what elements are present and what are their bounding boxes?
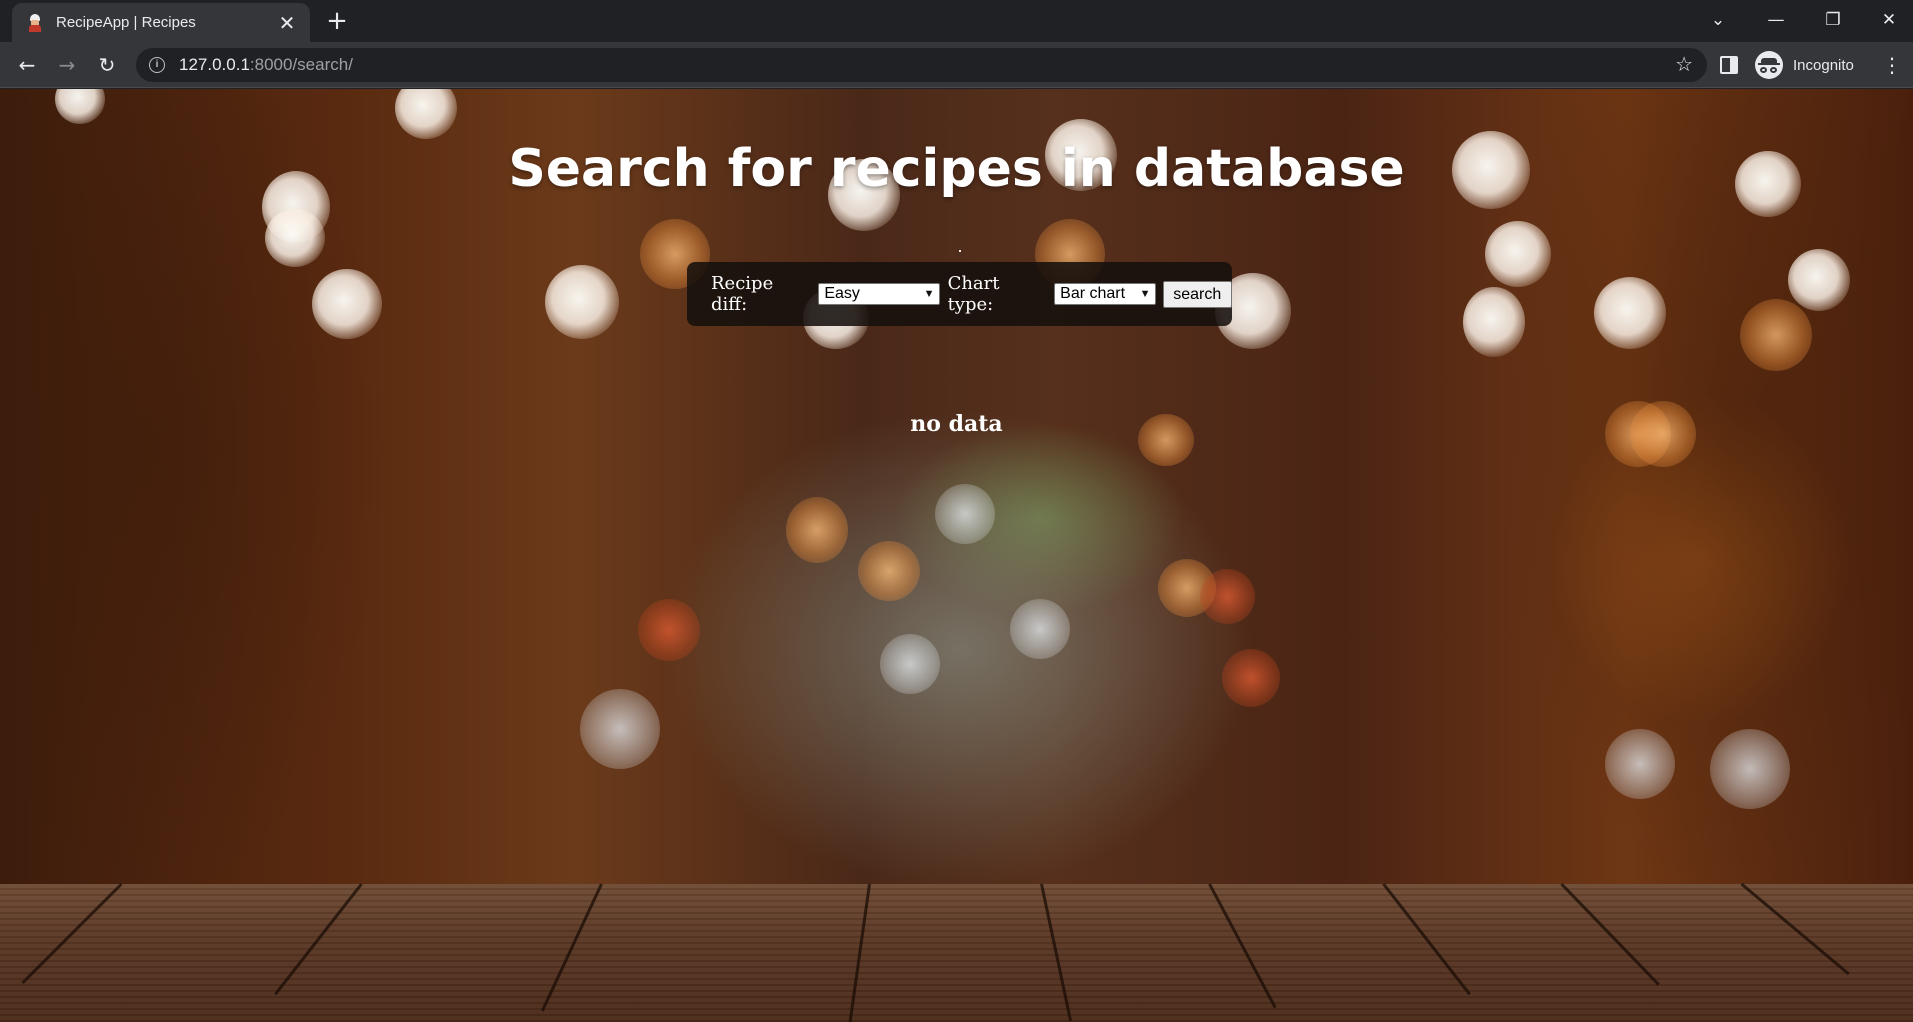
search-button[interactable]: search (1162, 280, 1233, 308)
browser-toolbar: ← → ↻ i 127.0.0.1:8000/search/ ☆ Incogni… (0, 42, 1913, 88)
difficulty-value: Easy (824, 285, 860, 302)
menu-icon[interactable]: ⋮ (1882, 49, 1902, 81)
info-icon[interactable]: i (149, 57, 165, 73)
page-title: Search for recipes in database (508, 139, 1405, 199)
chart-type-label: Chart type: (947, 273, 1000, 315)
reload-icon[interactable]: ↻ (91, 49, 123, 81)
tab-close-icon[interactable]: ✕ (276, 11, 298, 35)
result-message: no data (910, 411, 1003, 437)
tab-strip: RecipeApp | Recipes ✕ + ⌄ — ❐ ✕ (0, 0, 1913, 42)
tab-search-icon[interactable]: ⌄ (1695, 4, 1741, 36)
incognito-label: Incognito (1793, 56, 1854, 74)
difficulty-select[interactable]: Easy ▼ (818, 283, 940, 305)
address-bar[interactable]: i 127.0.0.1:8000/search/ ☆ (136, 48, 1707, 82)
wooden-table (0, 882, 1913, 1022)
chevron-down-icon: ▼ (1139, 288, 1151, 300)
new-tab-button[interactable]: + (322, 6, 352, 36)
incognito-indicator[interactable]: Incognito (1755, 49, 1854, 81)
tab-title: RecipeApp | Recipes (56, 14, 196, 31)
chevron-down-icon: ▼ (923, 288, 935, 300)
minimize-icon[interactable]: — (1753, 4, 1799, 36)
chart-type-select[interactable]: Bar chart ▼ (1054, 283, 1156, 305)
difficulty-label: Recipe diff: (711, 273, 774, 315)
side-panel-icon[interactable] (1720, 56, 1738, 74)
url-text: 127.0.0.1:8000/search/ (179, 55, 353, 75)
forward-icon[interactable]: → (51, 49, 83, 81)
incognito-icon (1755, 51, 1783, 79)
search-form: Recipe diff: Easy ▼ Chart type: Bar char… (687, 262, 1233, 326)
separator-dot (959, 250, 961, 252)
back-icon[interactable]: ← (11, 49, 43, 81)
browser-tab[interactable]: RecipeApp | Recipes ✕ (12, 3, 310, 42)
url-path: :8000/search/ (249, 55, 353, 74)
chef-icon (26, 13, 44, 32)
page-viewport: Search for recipes in database Recipe di… (0, 89, 1913, 1022)
restore-icon[interactable]: ❐ (1810, 4, 1856, 36)
star-icon[interactable]: ☆ (1675, 52, 1693, 76)
url-host: 127.0.0.1 (179, 55, 250, 74)
window-close-icon[interactable]: ✕ (1866, 4, 1912, 36)
chart-type-value: Bar chart (1060, 285, 1126, 302)
